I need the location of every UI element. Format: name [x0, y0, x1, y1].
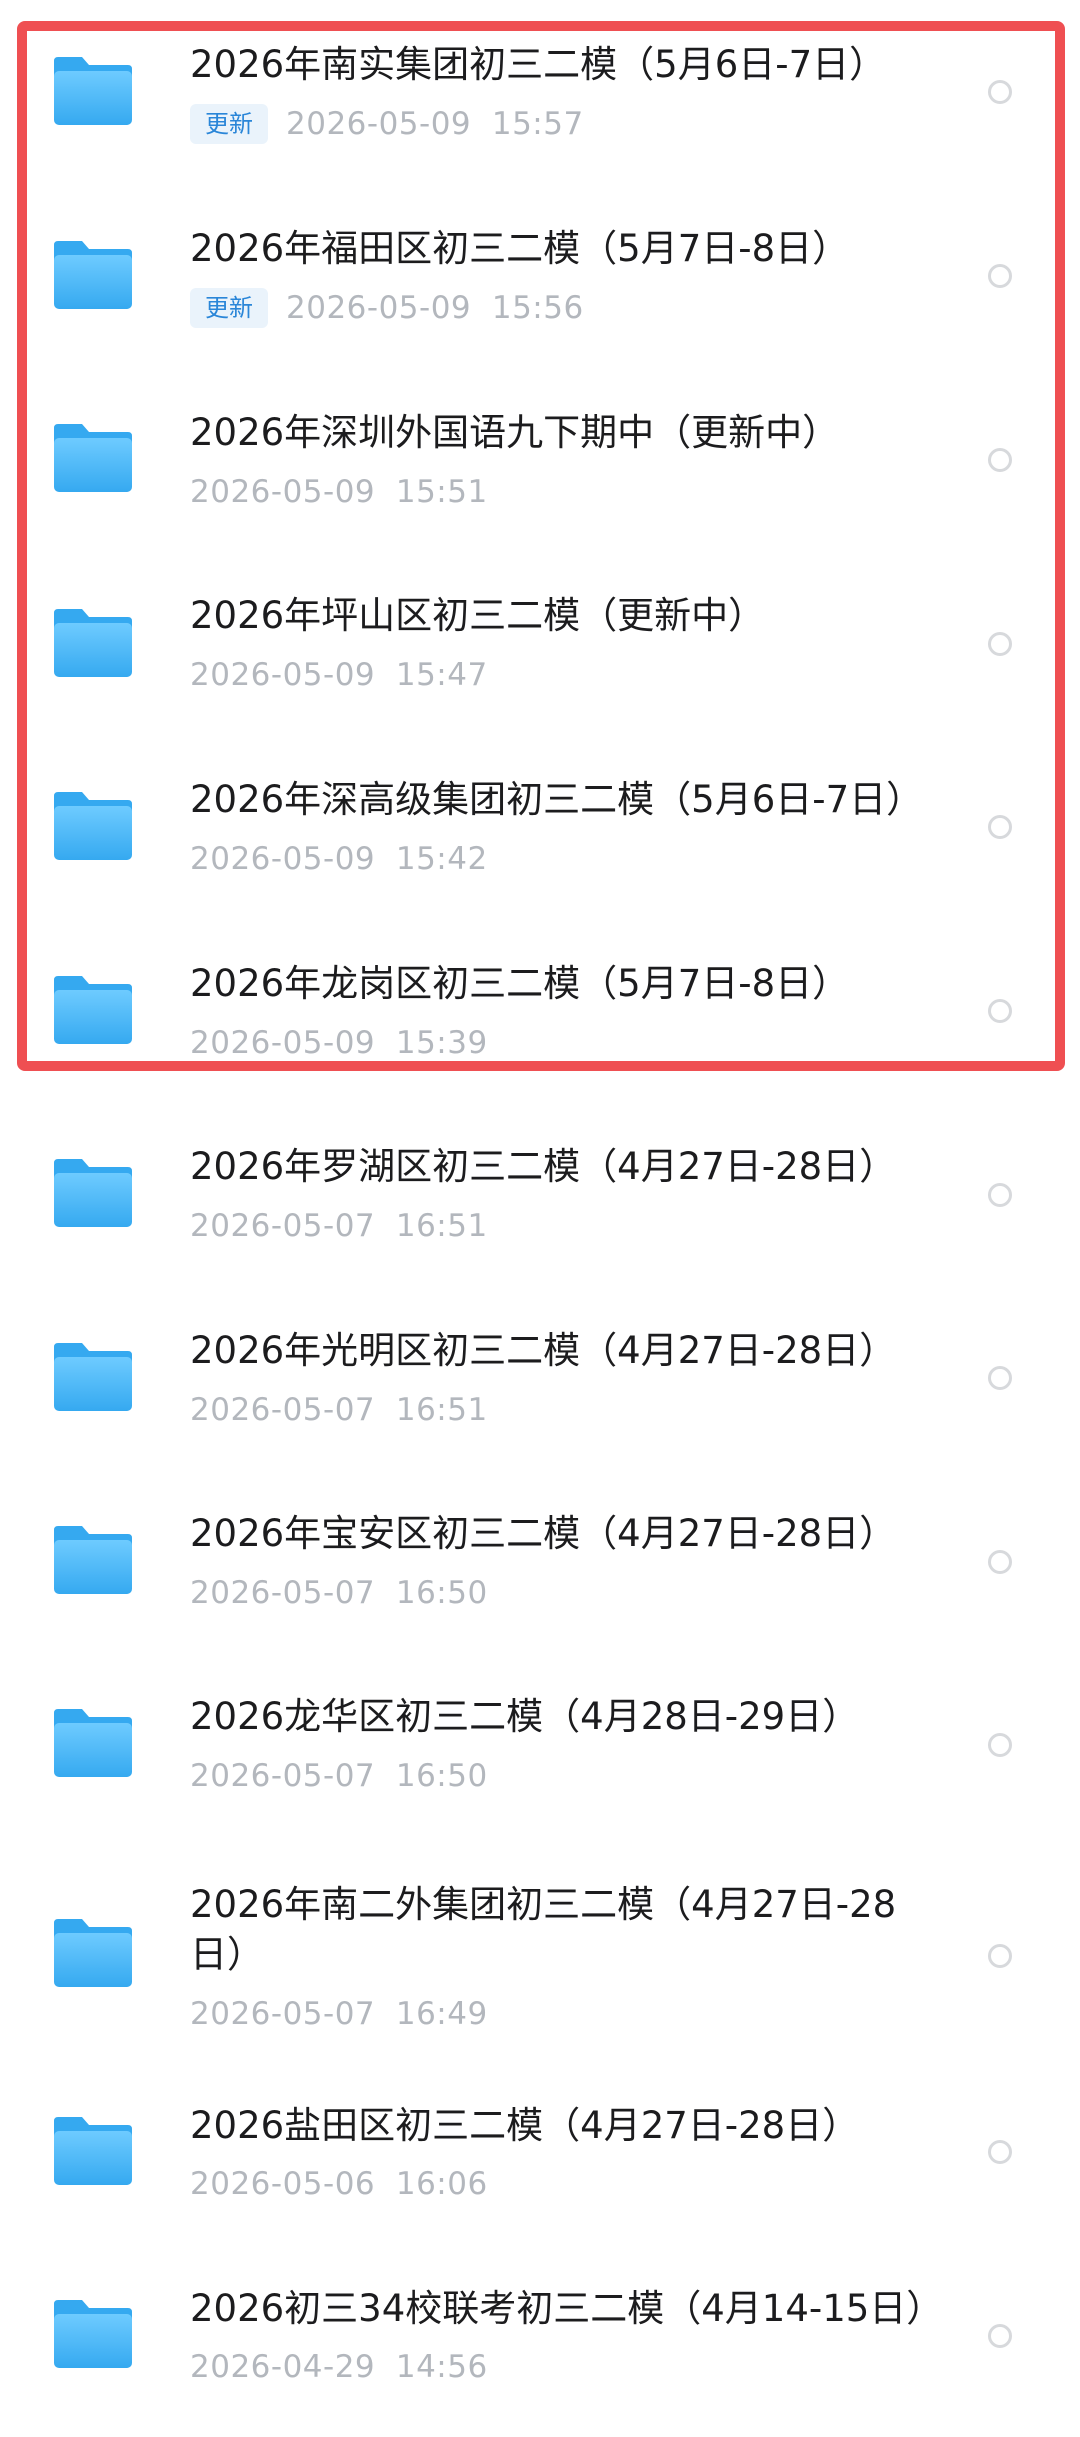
select-radio[interactable] [988, 1550, 1012, 1574]
folder-icon [52, 55, 134, 127]
file-meta: 2026-05-07 16:51 [190, 1206, 488, 1246]
select-radio[interactable] [988, 2324, 1012, 2348]
file-list: 2026年南实集团初三二模（5月6日-7日） 更新 2026-05-09 15:… [0, 0, 1080, 2437]
file-meta: 更新 2026-05-09 15:57 [190, 104, 584, 144]
list-item[interactable]: 2026盐田区初三二模（4月27日-28日） 2026-05-06 16:06 [0, 2070, 1080, 2253]
list-item[interactable]: 2026年龙岗区初三二模（5月7日-8日） 2026-05-09 15:39 [0, 919, 1080, 1102]
list-item[interactable]: 2026年宝安区初三二模（4月27日-28日） 2026-05-07 16:50 [0, 1469, 1080, 1653]
list-item[interactable]: 2026年福田区初三二模（5月7日-8日） 更新 2026-05-09 15:5… [0, 185, 1080, 368]
file-name: 2026年龙岗区初三二模（5月7日-8日） [190, 962, 850, 1005]
update-badge: 更新 [190, 104, 268, 144]
file-name: 2026年光明区初三二模（4月27日-28日） [190, 1329, 897, 1372]
file-meta: 2026-05-07 16:50 [190, 1756, 488, 1796]
folder-icon [52, 1524, 134, 1596]
file-name: 2026年罗湖区初三二模（4月27日-28日） [190, 1145, 897, 1188]
list-item[interactable]: 2026年南实集团初三二模（5月6日-7日） 更新 2026-05-09 15:… [0, 0, 1080, 185]
folder-icon [52, 239, 134, 311]
file-meta: 2026-04-29 14:56 [190, 2347, 488, 2387]
file-name: 2026年宝安区初三二模（4月27日-28日） [190, 1512, 897, 1555]
select-radio[interactable] [988, 1366, 1012, 1390]
select-radio[interactable] [988, 815, 1012, 839]
file-meta: 更新 2026-05-09 15:56 [190, 288, 584, 328]
select-radio[interactable] [988, 1944, 1012, 1968]
select-radio[interactable] [988, 1733, 1012, 1757]
list-item[interactable]: 2026龙华区初三二模（4月28日-29日） 2026-05-07 16:50 [0, 1653, 1080, 1837]
folder-icon [52, 2115, 134, 2187]
list-item[interactable]: 2026年罗湖区初三二模（4月27日-28日） 2026-05-07 16:51 [0, 1102, 1080, 1286]
file-name: 2026盐田区初三二模（4月27日-28日） [190, 2104, 860, 2147]
modified-time: 2026-05-07 16:49 [190, 1996, 488, 2032]
list-item[interactable]: 2026初三34校联考初三二模（4月14-15日） 2026-04-29 14:… [0, 2253, 1080, 2437]
modified-time: 2026-05-07 16:50 [190, 1575, 488, 1611]
modified-time: 2026-04-29 14:56 [190, 2349, 488, 2385]
select-radio[interactable] [988, 80, 1012, 104]
folder-icon [52, 422, 134, 494]
select-radio[interactable] [988, 999, 1012, 1023]
file-meta: 2026-05-07 16:51 [190, 1390, 488, 1430]
select-radio[interactable] [988, 448, 1012, 472]
folder-icon [52, 1707, 134, 1779]
select-radio[interactable] [988, 632, 1012, 656]
select-radio[interactable] [988, 2140, 1012, 2164]
folder-icon [52, 1341, 134, 1413]
modified-time: 2026-05-07 16:50 [190, 1758, 488, 1794]
list-item[interactable]: 2026年光明区初三二模（4月27日-28日） 2026-05-07 16:51 [0, 1286, 1080, 1469]
list-item[interactable]: 2026年坪山区初三二模（更新中） 2026-05-09 15:47 [0, 552, 1080, 736]
file-meta: 2026-05-06 16:06 [190, 2164, 488, 2204]
file-meta: 2026-05-09 15:42 [190, 839, 488, 879]
folder-icon [52, 607, 134, 679]
file-name: 2026初三34校联考初三二模（4月14-15日） [190, 2287, 944, 2330]
file-meta: 2026-05-09 15:51 [190, 472, 488, 512]
modified-time: 2026-05-07 16:51 [190, 1392, 488, 1428]
modified-time: 2026-05-09 15:57 [286, 106, 584, 142]
list-item[interactable]: 2026年南二外集团初三二模（4月27日-28日） 2026-05-07 16:… [0, 1837, 1080, 2070]
modified-time: 2026-05-09 15:42 [190, 841, 488, 877]
file-meta: 2026-05-07 16:50 [190, 1573, 488, 1613]
folder-icon [52, 2298, 134, 2370]
file-name: 2026年南二外集团初三二模（4月27日-28日） [190, 1883, 897, 1976]
select-radio[interactable] [988, 264, 1012, 288]
modified-time: 2026-05-09 15:51 [190, 474, 488, 510]
update-badge: 更新 [190, 288, 268, 328]
file-name: 2026年深高级集团初三二模（5月6日-7日） [190, 778, 924, 821]
modified-time: 2026-05-06 16:06 [190, 2166, 488, 2202]
modified-time: 2026-05-09 15:56 [286, 290, 584, 326]
folder-icon [52, 1917, 134, 1989]
file-name: 2026年坪山区初三二模（更新中） [190, 594, 766, 637]
folder-icon [52, 1157, 134, 1229]
file-meta: 2026-05-07 16:49 [190, 1994, 488, 2034]
file-meta: 2026-05-09 15:39 [190, 1023, 488, 1063]
file-meta: 2026-05-09 15:47 [190, 655, 488, 695]
folder-icon [52, 790, 134, 862]
list-item[interactable]: 2026年深圳外国语九下期中（更新中） 2026-05-09 15:51 [0, 368, 1080, 552]
folder-icon [52, 974, 134, 1046]
select-radio[interactable] [988, 1183, 1012, 1207]
file-name: 2026龙华区初三二模（4月28日-29日） [190, 1695, 860, 1738]
modified-time: 2026-05-09 15:39 [190, 1025, 488, 1061]
file-name: 2026年福田区初三二模（5月7日-8日） [190, 227, 850, 270]
file-name: 2026年南实集团初三二模（5月6日-7日） [190, 43, 887, 86]
modified-time: 2026-05-07 16:51 [190, 1208, 488, 1244]
list-item[interactable]: 2026年深高级集团初三二模（5月6日-7日） 2026-05-09 15:42 [0, 736, 1080, 919]
file-name: 2026年深圳外国语九下期中（更新中） [190, 411, 840, 454]
modified-time: 2026-05-09 15:47 [190, 657, 488, 693]
